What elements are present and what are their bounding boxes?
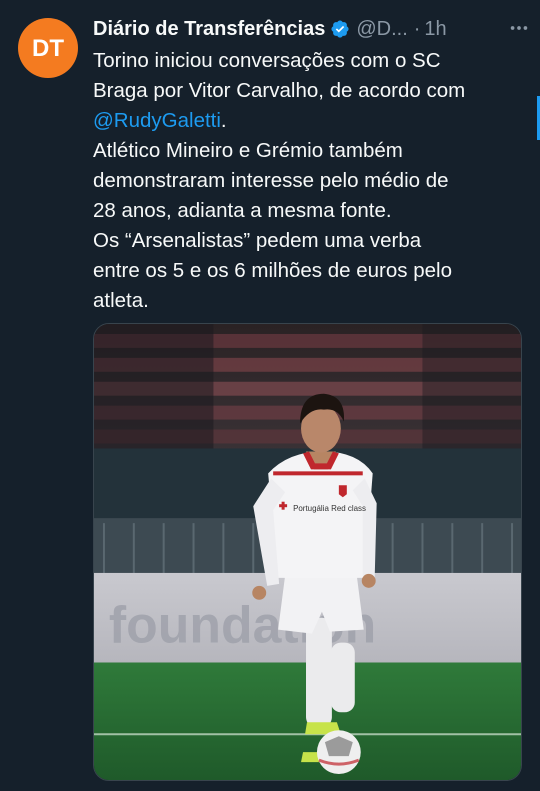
mention-link[interactable]: @RudyGaletti [93,109,221,132]
verified-badge-icon [331,20,349,38]
football-player-photo: foundation Portugália Red class [94,324,521,780]
text-line: demonstraram interesse pelo médio de [93,169,449,192]
tweet-photo[interactable]: foundation Portugália Red class [93,323,522,781]
text-line: entre os 5 e os 6 milhões de euros pelo [93,259,452,282]
tweet[interactable]: DT Diário de Transferências @D... · 1h T… [0,0,540,791]
svg-text:Portugália Red class: Portugália Red class [293,504,366,513]
tweet-header: Diário de Transferências @D... · 1h [93,14,526,44]
timestamp[interactable]: 1h [424,18,446,41]
text-line: 28 anos, adianta a mesma fonte. [93,199,392,222]
text-line: Torino iniciou conversações com o SC [93,49,441,72]
handle[interactable]: @D... [356,18,407,41]
avatar[interactable]: DT [18,18,78,78]
separator: · [413,17,421,40]
display-name[interactable]: Diário de Transferências [93,18,325,41]
text-line: Braga por Vitor Carvalho, de acordo com [93,79,466,102]
more-options-button[interactable] [506,18,532,38]
dt-logo-icon: DT [32,35,64,62]
more-options-icon [510,26,528,30]
tweet-text: Torino iniciou conversações com o SC Bra… [93,46,523,316]
text-line: @RudyGaletti. [93,106,523,136]
text-line: Atlético Mineiro e Grémio também [93,139,403,162]
svg-text:DT: DT [32,35,64,62]
text-line: Os “Arsenalistas” pedem uma verba [93,229,422,252]
text-line: atleta. [93,289,149,312]
mention-suffix: . [220,109,227,132]
